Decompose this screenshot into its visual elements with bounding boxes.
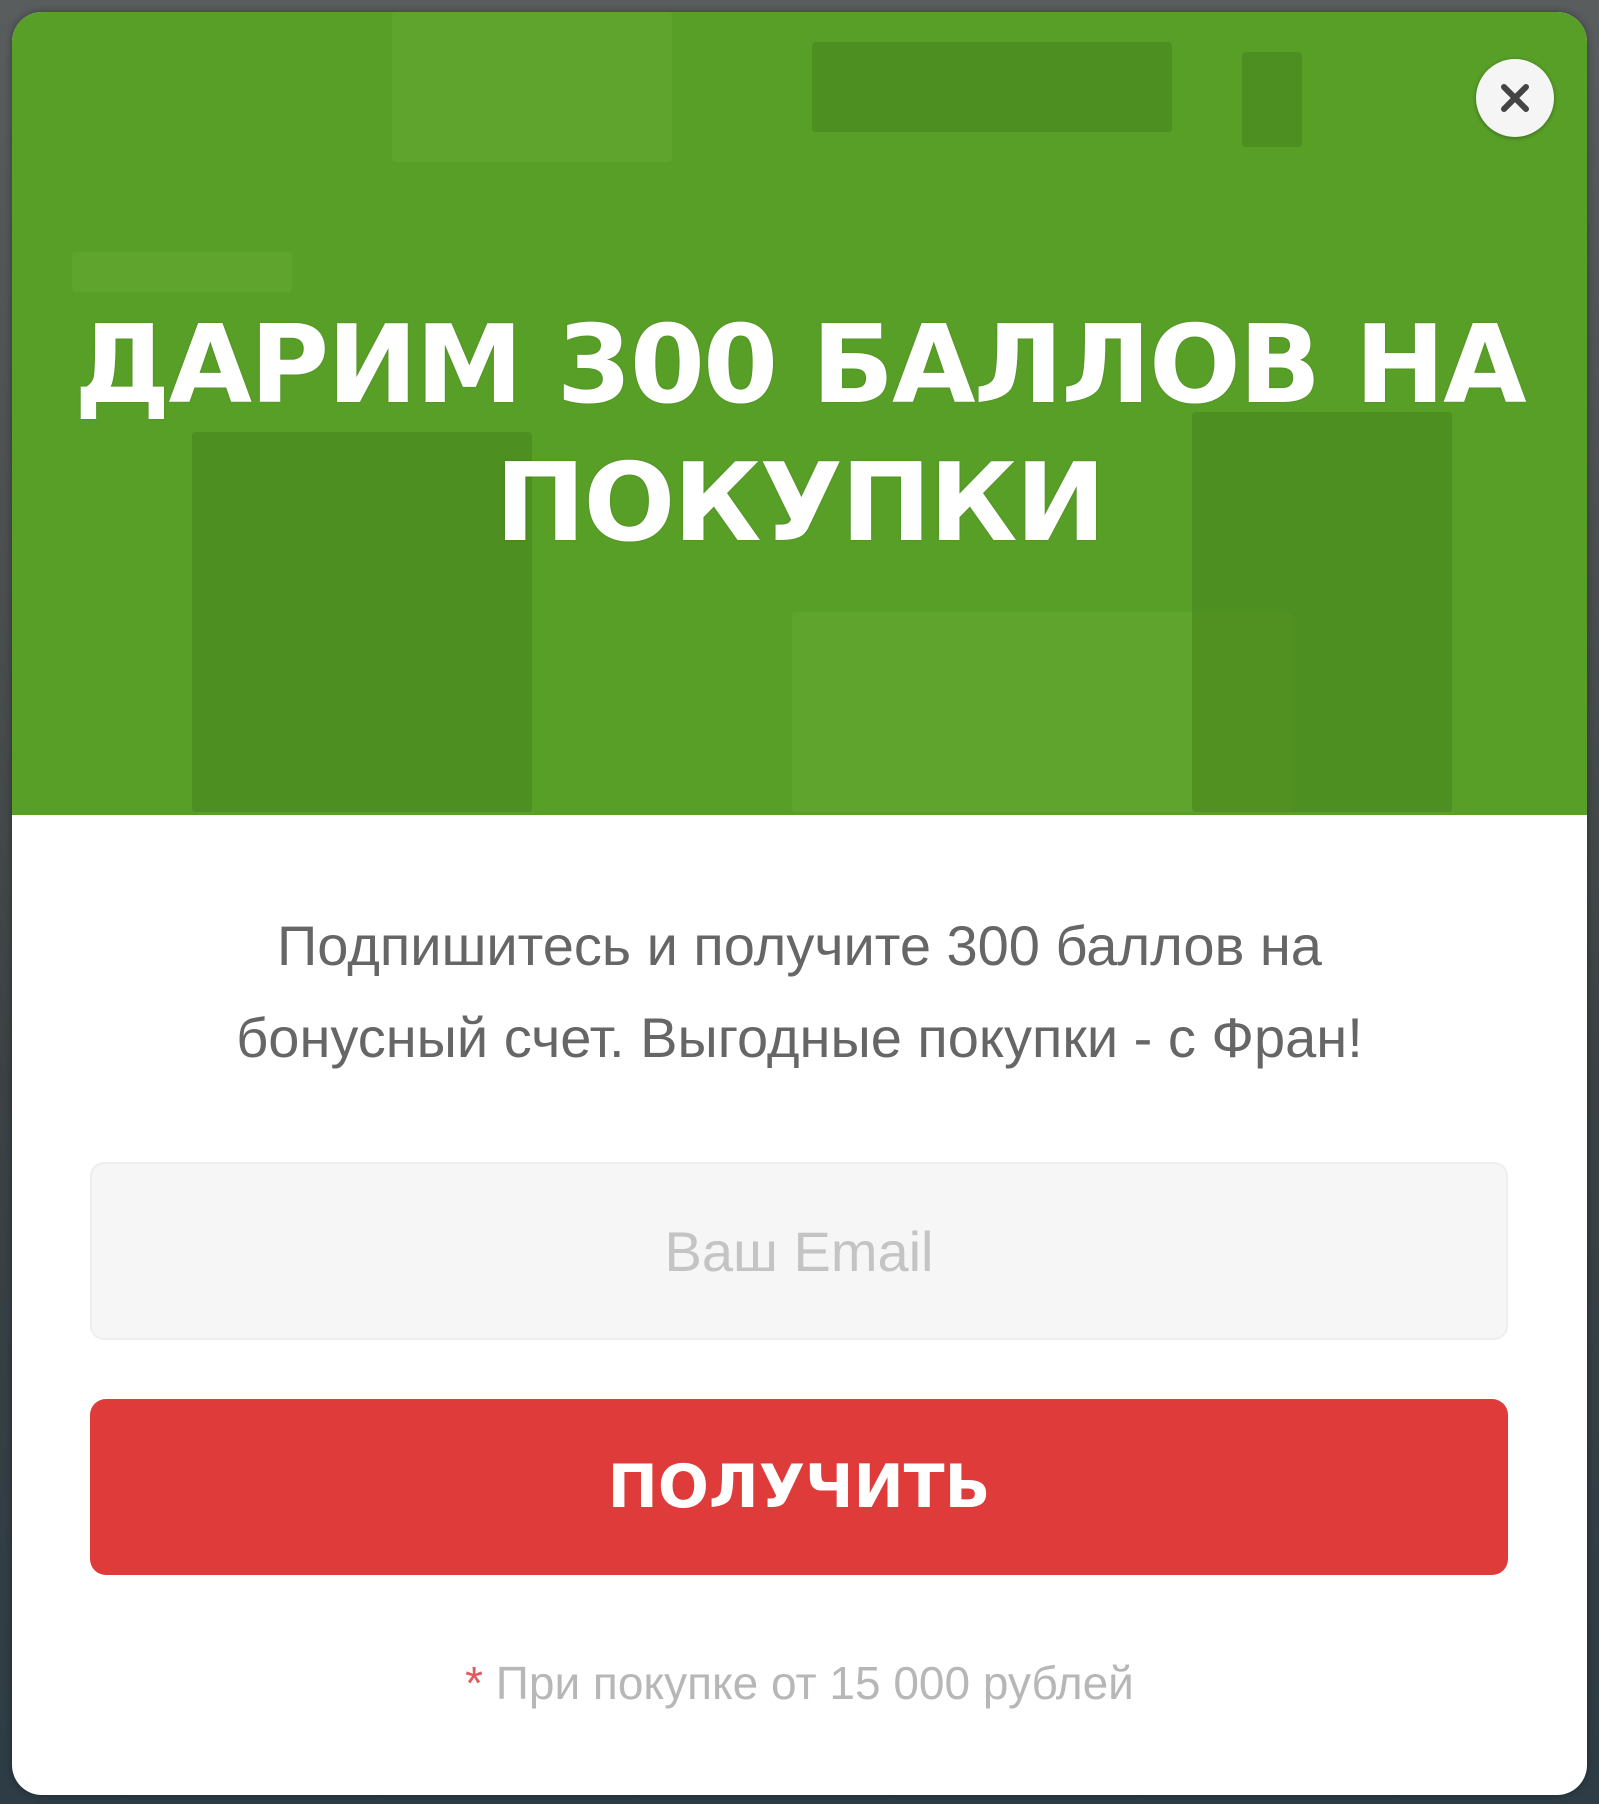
close-button[interactable] — [1476, 59, 1554, 137]
footnote-text: При покупке от 15 000 рублей — [483, 1657, 1134, 1709]
close-icon — [1501, 84, 1529, 112]
banner-decor — [392, 12, 672, 162]
footnote-asterisk: * — [465, 1657, 484, 1709]
footnote: * При покупке от 15 000 рублей — [92, 1656, 1507, 1710]
subscribe-popup: ДАРИМ 300 БАЛЛОВ НА ПОКУПКИ Подпишитесь … — [12, 12, 1587, 1795]
headline-line-1: ДАРИМ 300 БАЛЛОВ НА — [74, 303, 1526, 428]
banner-decor — [1242, 52, 1302, 147]
banner-decor — [72, 252, 292, 292]
popup-banner: ДАРИМ 300 БАЛЛОВ НА ПОКУПКИ — [12, 12, 1587, 815]
email-field[interactable] — [90, 1162, 1508, 1340]
description-line-1: Подпишитесь и получите 300 баллов на — [277, 914, 1322, 977]
banner-decor — [812, 42, 1172, 132]
headline-line-2: ПОКУПКИ — [495, 441, 1106, 566]
get-bonus-button[interactable]: ПОЛУЧИТЬ — [90, 1399, 1508, 1575]
description-line-2: бонусный счет. Выгодные покупки - с Фран… — [236, 1006, 1363, 1069]
popup-description: Подпишитесь и получите 300 баллов на бон… — [92, 900, 1507, 1084]
popup-headline: ДАРИМ 300 БАЛЛОВ НА ПОКУПКИ — [72, 297, 1527, 573]
